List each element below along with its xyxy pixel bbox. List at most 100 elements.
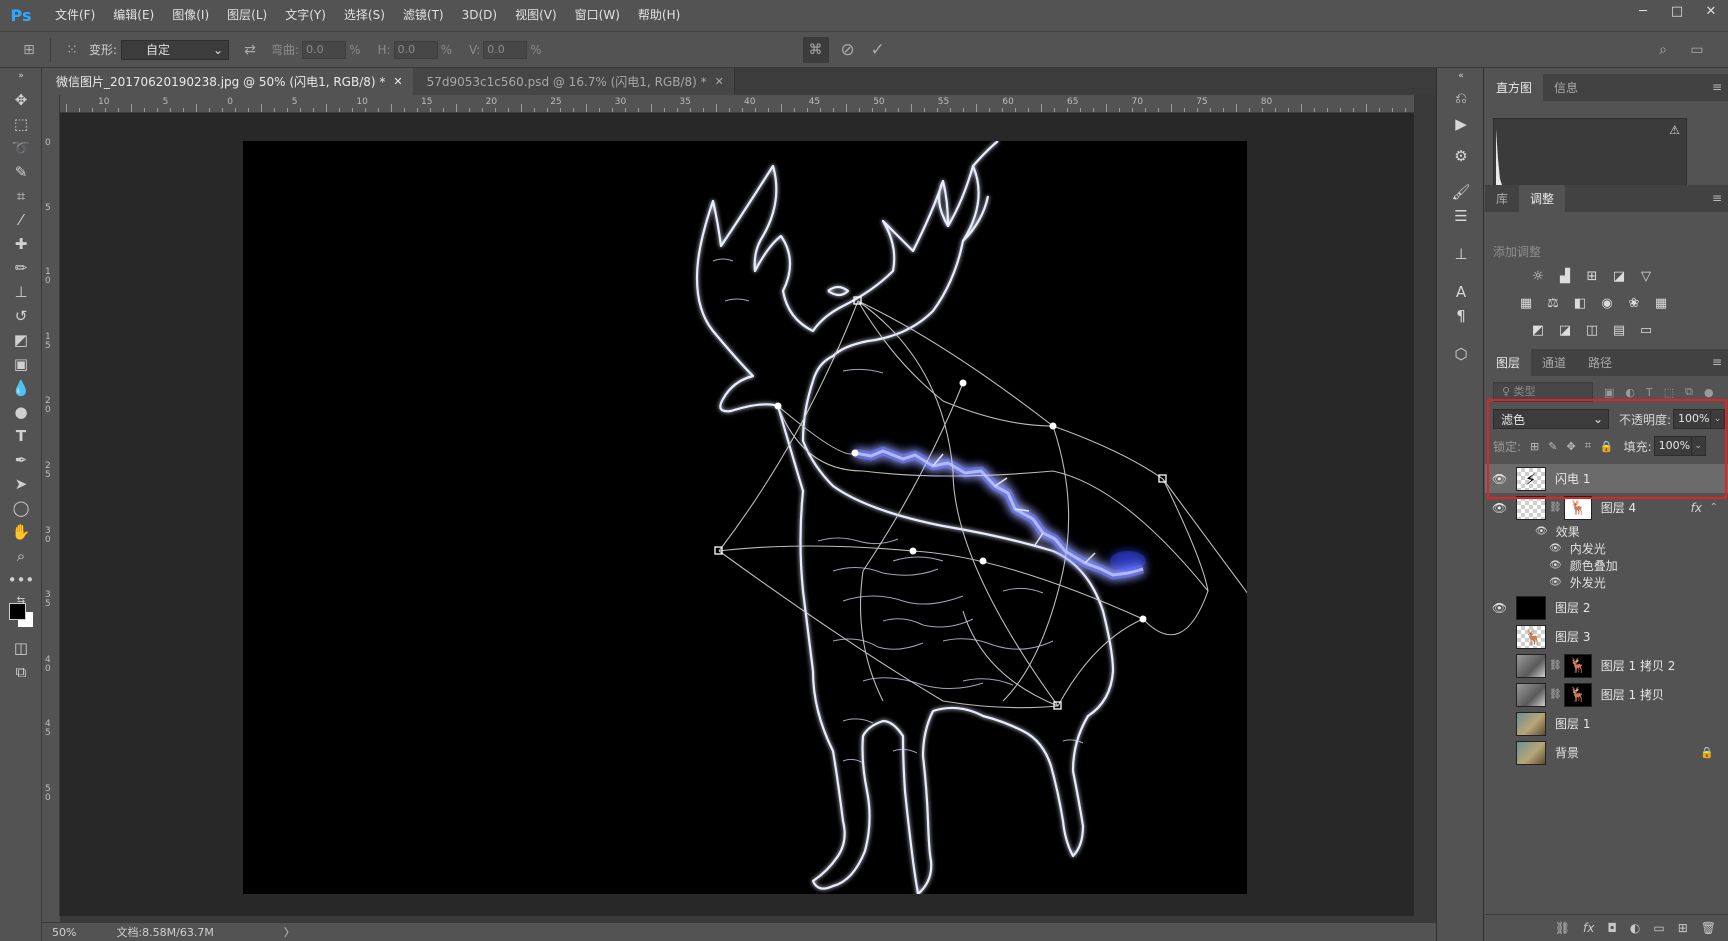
clone-source-icon[interactable]: ⊥ [1447,242,1475,266]
search-icon[interactable]: ⌕ [1650,37,1676,63]
reference-point-icon[interactable]: ⁙ [59,37,85,63]
bend-field[interactable]: 0.0 [302,40,347,59]
delete-layer-icon[interactable]: 🗑 [1701,921,1716,935]
filter-adjustment-icon[interactable]: ◐ [1625,386,1635,399]
panel-menu-icon[interactable]: ≡ [1712,355,1722,369]
chevron-down-icon[interactable]: ⌄ [1691,436,1706,456]
actions-panel-icon[interactable]: ▶ [1447,112,1475,136]
gradient-map-icon[interactable]: ▤ [1610,321,1628,339]
posterize-icon[interactable]: ◪ [1556,321,1574,339]
status-menu-arrow[interactable]: 〉 [284,924,295,940]
filter-type-icon[interactable]: T [1646,386,1653,399]
eye-icon[interactable]: 👁 [1485,601,1514,615]
layer-kind-filter[interactable]: ♀ 类型 [1493,382,1593,402]
dodge-tool-icon[interactable]: ● [6,400,36,424]
eye-icon[interactable]: 👁 [1549,577,1562,588]
fill-field[interactable]: 100% [1653,436,1692,456]
layer-name[interactable]: 图层 2 [1555,599,1590,616]
chain-link-icon[interactable]: ⛓ [1549,660,1562,671]
quick-select-tool-icon[interactable]: ✎ [6,160,36,184]
zoom-tool-icon[interactable]: ⌕ [6,544,36,568]
pen-tool-icon[interactable]: ✒ [6,448,36,472]
blend-mode-select[interactable]: 滤色 ⌄ [1493,409,1609,429]
layer-name[interactable]: 图层 3 [1555,628,1590,645]
tab-adjustments[interactable]: 调整 [1519,185,1566,212]
menu-select[interactable]: 选择(S) [335,0,394,31]
zoom-level[interactable]: 50% [52,926,76,939]
menu-type[interactable]: 文字(Y) [276,0,335,31]
brightness-icon[interactable]: ☼ [1529,267,1547,285]
chevron-down-icon[interactable]: ⌄ [1711,409,1726,429]
selective-color-icon[interactable]: ▭ [1637,321,1655,339]
v-field[interactable]: 0.0 [483,40,528,59]
effect-color-overlay[interactable]: 👁 颜色叠加 [1485,557,1728,574]
hand-tool-icon[interactable]: ✋ [6,520,36,544]
filter-pixel-icon[interactable]: ▣ [1604,386,1614,399]
layer-name[interactable]: 图层 1 [1555,715,1590,732]
h-field[interactable]: 0.0 [393,40,438,59]
screen-mode-icon[interactable]: ⧉ [6,660,36,684]
color-lookup-icon[interactable]: ▦ [1652,294,1670,312]
tab-wechat-image[interactable]: 微信图片_20170620190238.jpg @ 50% (闪电1, RGB/… [42,68,413,95]
opacity-field[interactable]: 100% [1673,409,1712,429]
filter-toggle-icon[interactable]: ● [1704,386,1714,399]
panel-menu-icon[interactable]: ≡ [1712,80,1722,94]
layer-name[interactable]: 图层 1 拷贝 2 [1601,657,1676,674]
menu-3d[interactable]: 3D(D) [453,0,506,31]
lock-transparent-icon[interactable]: ⊞ [1530,440,1539,453]
filter-shape-icon[interactable]: ⬚ [1664,386,1674,399]
move-tool-icon[interactable]: ✥ [6,88,36,112]
close-icon[interactable]: ✕ [715,75,724,88]
vibrance-icon[interactable]: ▽ [1637,267,1655,285]
panel-menu-icon[interactable]: ≡ [1712,191,1722,205]
menu-filter[interactable]: 滤镜(T) [394,0,453,31]
layer-row-lightning[interactable]: 👁 ⚡ 闪电 1 [1485,464,1728,493]
minimize-button[interactable]: ─ [1626,0,1660,22]
layer-row-layer4[interactable]: 👁 ⛓ 🦌 图层 4 fx ⌃ [1485,493,1728,522]
eye-icon[interactable]: 👁 [1485,472,1514,486]
layer-mask-thumbnail[interactable]: 🦌 [1563,495,1592,520]
lock-pixels-icon[interactable]: ✎ [1548,440,1557,453]
effects-group-row[interactable]: 👁 效果 [1485,523,1728,540]
type-tool-icon[interactable]: T [6,424,36,448]
eye-icon[interactable]: 👁 [1535,526,1548,537]
3d-panel-icon[interactable]: ⬡ [1447,342,1475,366]
layer-name[interactable]: 闪电 1 [1555,470,1590,487]
history-brush-icon[interactable]: ↺ [6,304,36,328]
tab-info[interactable]: 信息 [1543,74,1589,101]
black-white-icon[interactable]: ◧ [1571,294,1589,312]
layer-mask-thumbnail[interactable]: 🦌 [1563,682,1592,707]
layer-row-layer3[interactable]: 🦌 图层 3 [1485,622,1728,651]
healing-brush-icon[interactable]: ✚ [6,232,36,256]
brush-panel-icon[interactable]: 🖌 [1447,180,1475,204]
add-mask-icon[interactable]: ◘ [1607,921,1617,935]
invert-icon[interactable]: ◩ [1529,321,1547,339]
menu-edit[interactable]: 编辑(E) [104,0,163,31]
menu-image[interactable]: 图像(I) [163,0,218,31]
new-adjustment-icon[interactable]: ◐ [1630,921,1640,935]
lock-all-icon[interactable]: 🔒 [1600,440,1614,453]
chevron-up-icon[interactable]: ⌃ [1710,502,1718,513]
eye-icon[interactable]: 👁 [1549,560,1562,571]
tab-layers[interactable]: 图层 [1485,349,1532,376]
history-panel-icon[interactable]: ⎌ [1447,86,1475,110]
menu-window[interactable]: 窗口(W) [566,0,629,31]
menu-layer[interactable]: 图层(L) [218,0,276,31]
eyedropper-tool-icon[interactable]: ⁄ [6,208,36,232]
fx-badge[interactable]: fx [1691,501,1702,515]
threshold-icon[interactable]: ◫ [1583,321,1601,339]
eye-toggle-empty[interactable] [1485,688,1514,701]
eye-icon[interactable]: 👁 [1549,543,1562,554]
add-style-icon[interactable]: fx [1583,921,1594,935]
new-layer-icon[interactable]: ⊞ [1678,921,1688,935]
character-panel-icon[interactable]: A [1447,280,1475,304]
layer-mask-thumbnail[interactable]: 🦌 [1563,653,1592,678]
toggle-warp-icon[interactable]: ⌘ [802,36,829,63]
hue-saturation-icon[interactable]: ▦ [1517,294,1535,312]
layer-name[interactable]: 图层 4 [1601,499,1636,516]
warp-orientation-icon[interactable]: ⇄ [237,37,263,63]
tab-channels[interactable]: 通道 [1531,349,1577,376]
effect-outer-glow[interactable]: 👁 外发光 [1485,574,1728,591]
curves-icon[interactable]: ⊞ [1583,267,1601,285]
gradient-tool-icon[interactable]: ▣ [6,352,36,376]
